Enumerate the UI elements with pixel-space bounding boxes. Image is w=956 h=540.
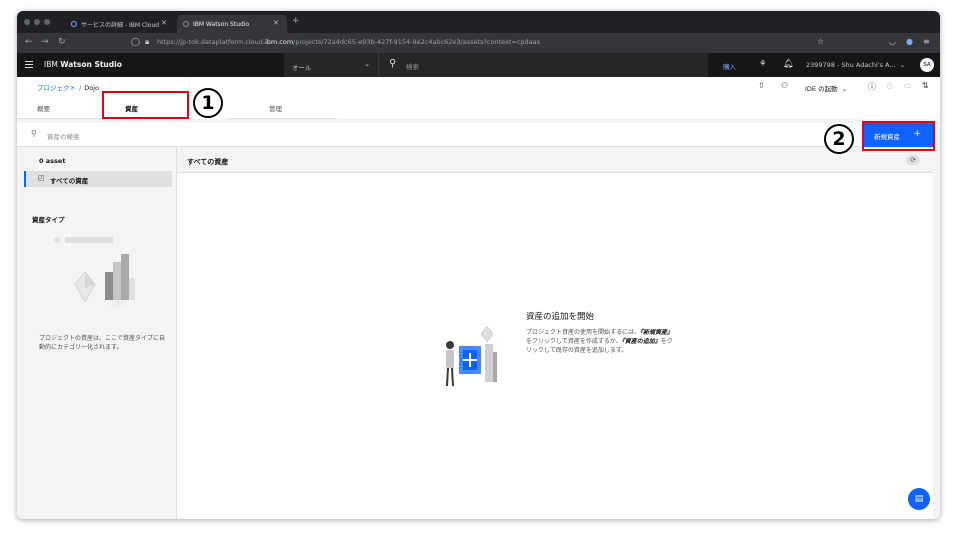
- back-icon[interactable]: ←: [25, 37, 33, 47]
- global-search-input[interactable]: ⚲ 検索: [378, 53, 708, 77]
- ibm-cloud-favicon-icon: [71, 21, 77, 27]
- history-icon[interactable]: ◷: [886, 81, 893, 90]
- brand-product: Watson Studio: [60, 60, 122, 69]
- catalog-icon[interactable]: ⚘: [759, 59, 767, 69]
- chevron-down-icon: ⌄: [364, 60, 370, 68]
- empty-state-illustration: [446, 326, 497, 387]
- browser-window: サービスの詳細 - IBM Cloud ✕ IBM Watson Studio …: [17, 11, 940, 519]
- search-scope-label: オール: [292, 64, 312, 72]
- brand-prefix: IBM: [44, 60, 58, 69]
- forward-icon[interactable]: →: [41, 37, 49, 47]
- lock-icon: 🔒︎: [145, 37, 150, 46]
- pocket-icon[interactable]: ◡: [889, 37, 896, 46]
- tab-manage[interactable]: 管理: [227, 95, 337, 119]
- browser-tab-ibm-cloud[interactable]: サービスの詳細 - IBM Cloud ✕: [65, 15, 175, 33]
- empty-desc-new-asset: 『新規資産』: [640, 329, 674, 336]
- breadcrumb-current: Dojo: [84, 84, 99, 92]
- new-tab-icon[interactable]: +: [292, 16, 300, 26]
- hamburger-menu-icon[interactable]: [25, 61, 33, 68]
- tab-label: 管理: [269, 105, 282, 113]
- address-bar: ← → ↻ ◯ 🔒︎ https://jp-tok.dataplatform.c…: [17, 33, 940, 53]
- upload-icon[interactable]: ⇧: [758, 81, 765, 90]
- empty-desc-part: プロジェクト資産の使用を開始するには、: [526, 329, 641, 336]
- url-path: /projects/72a4dc65-e93b-427f-9154-9e2c4a…: [293, 38, 541, 46]
- empty-desc-part: をクリックして資産を作成するか、: [526, 338, 622, 345]
- account-switcher[interactable]: 2399798 - Shu Adachi's A... ⌄: [806, 61, 905, 69]
- browser-tab-label: IBM Watson Studio: [193, 20, 250, 28]
- url-prefix: https://jp-tok.dataplatform.cloud.: [157, 38, 265, 46]
- notification-bell-icon[interactable]: 🔔︎: [783, 59, 794, 69]
- avatar[interactable]: SA: [920, 58, 934, 72]
- asset-types-empty-illustration: [54, 237, 135, 308]
- callout-new-asset-button: [862, 121, 935, 151]
- asset-types-heading: 資産タイプ: [32, 216, 65, 224]
- settings-sliders-icon[interactable]: ⇅: [922, 81, 929, 90]
- ibm-header: IBM Watson Studio オール ⌄ ⚲ 検索 購入 ⚘ 🔔︎ 239…: [17, 53, 940, 77]
- empty-desc-add-asset: 『資産の追加』: [621, 338, 661, 345]
- browser-tab-strip: サービスの詳細 - IBM Cloud ✕ IBM Watson Studio …: [17, 11, 940, 33]
- close-tab-icon[interactable]: ✕: [161, 19, 167, 27]
- sidebar-item-all-assets[interactable]: ◰ すべての資産: [24, 171, 172, 187]
- launch-ide-label: IDE の起動: [805, 85, 838, 93]
- add-collaborator-icon[interactable]: ⚇: [781, 81, 788, 90]
- comments-icon[interactable]: ▭: [904, 81, 912, 90]
- empty-state-description: プロジェクト資産の使用を開始するには、『新規資産』をクリックして資産を作成するか…: [526, 328, 676, 355]
- brand-name[interactable]: IBM Watson Studio: [44, 60, 122, 69]
- asset-search-placeholder: 資産の検索: [47, 133, 80, 141]
- assets-list-title: すべての資産: [187, 158, 229, 166]
- breadcrumb-projects-link[interactable]: プロジェクト: [37, 84, 76, 92]
- callout-assets-tab: [102, 91, 189, 119]
- assets-content: ⚲ 資産の検索 新規資産 + 0 asset ◰ すべての資産 資産タイプ プロ…: [17, 119, 940, 519]
- assets-list-header: すべての資産 ⟳: [177, 148, 933, 173]
- asset-types-empty-text: プロジェクトの資産は、ここで資産タイプに自動的にカテゴリー化されます。: [39, 335, 166, 351]
- asset-search-input[interactable]: ⚲ 資産の検索: [17, 123, 933, 147]
- menu-icon[interactable]: ≡: [923, 37, 930, 46]
- tab-overview[interactable]: 概要: [17, 95, 105, 119]
- search-icon: ⚲: [389, 58, 397, 69]
- url-field[interactable]: https://jp-tok.dataplatform.cloud.ibm.co…: [157, 38, 540, 46]
- info-icon[interactable]: ⓘ: [868, 81, 876, 92]
- breadcrumb: プロジェクト / Dojo: [37, 82, 99, 92]
- step-marker-2: 2: [824, 124, 854, 154]
- search-icon: ⚲: [31, 129, 37, 138]
- launch-ide-dropdown[interactable]: IDE の起動 ⌄: [805, 83, 847, 93]
- bookmark-star-icon[interactable]: ☆: [817, 37, 824, 46]
- url-domain: ibm.com: [264, 38, 294, 46]
- step-marker-1: 1: [193, 88, 223, 118]
- asset-count: 0 asset: [39, 157, 66, 165]
- browser-tab-watson-studio[interactable]: IBM Watson Studio ✕: [177, 15, 287, 33]
- refresh-icon[interactable]: ⟳: [906, 155, 920, 165]
- assets-icon: ◰: [38, 174, 45, 182]
- reload-icon[interactable]: ↻: [58, 37, 66, 47]
- close-tab-icon[interactable]: ✕: [273, 19, 279, 27]
- search-scope-dropdown[interactable]: オール ⌄: [284, 53, 378, 77]
- profile-icon[interactable]: ●: [906, 37, 913, 46]
- tab-label: 概要: [37, 105, 50, 113]
- chat-icon[interactable]: ▤: [908, 488, 930, 510]
- asset-type-sidebar: 0 asset ◰ すべての資産 資産タイプ プロジェクトの資産は、ここで資産タ…: [17, 148, 177, 519]
- window-close-dot[interactable]: [24, 19, 30, 25]
- window-minimize-dot[interactable]: [34, 19, 40, 25]
- window-zoom-dot[interactable]: [44, 19, 50, 25]
- search-placeholder: 検索: [406, 63, 419, 71]
- assets-main-pane: すべての資産 ⟳ 資産の追加を開始 プロジェクト資産の使用を開始するには、『新規…: [177, 148, 933, 519]
- breadcrumb-separator: /: [79, 84, 82, 92]
- empty-state-title: 資産の追加を開始: [526, 312, 595, 322]
- account-label: 2399798 - Shu Adachi's A...: [806, 61, 896, 69]
- shield-icon[interactable]: ◯: [131, 37, 140, 46]
- watson-favicon-icon: [183, 21, 189, 27]
- sidebar-item-label: すべての資産: [50, 177, 89, 185]
- buy-link[interactable]: 購入: [723, 61, 736, 71]
- browser-tab-label: サービスの詳細 - IBM Cloud: [81, 21, 160, 29]
